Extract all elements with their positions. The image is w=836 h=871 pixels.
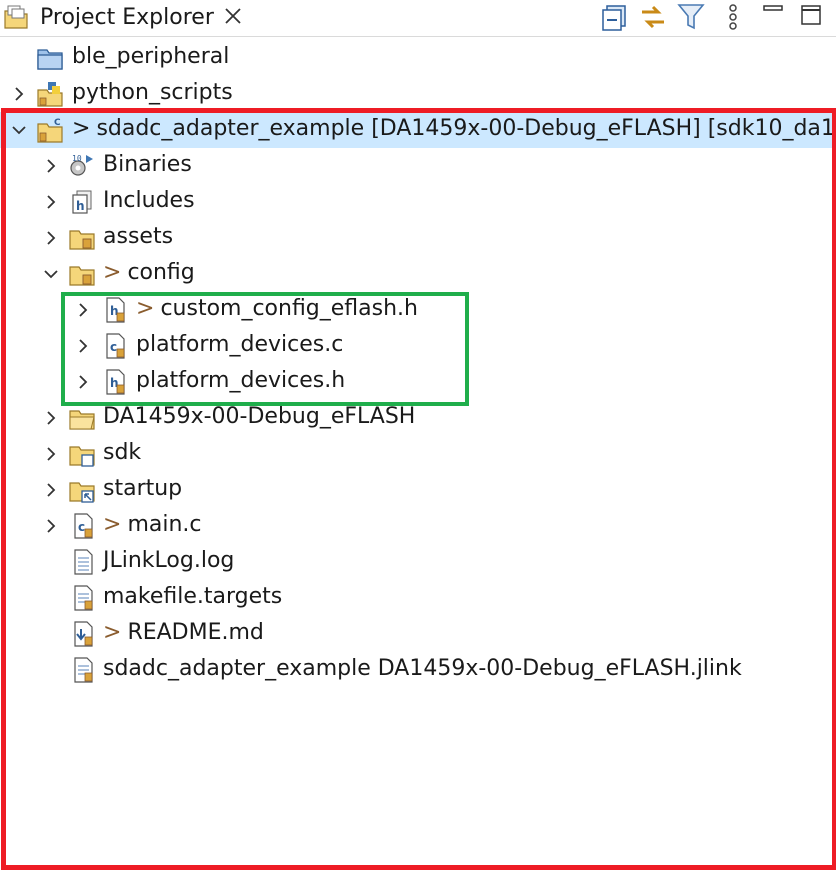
- close-icon[interactable]: [222, 5, 244, 27]
- project-explorer-tab[interactable]: Project Explorer: [0, 0, 255, 36]
- project-icon: [37, 49, 63, 70]
- collapse-all-icon[interactable]: [598, 0, 632, 34]
- minimize-icon[interactable]: [756, 0, 790, 34]
- tree-item-label: ble_peripheral: [72, 44, 230, 69]
- header-separator: [0, 36, 836, 37]
- green-highlight-box: [61, 292, 469, 406]
- chevron-right-icon[interactable]: [10, 85, 28, 103]
- filter-icon[interactable]: [674, 0, 708, 34]
- tree-item-ble-peripheral[interactable]: ble_peripheral: [0, 40, 836, 76]
- python-project-icon: [37, 82, 63, 107]
- view-menu-icon[interactable]: [716, 0, 750, 34]
- tree-item-python-scripts[interactable]: python_scripts: [0, 76, 836, 112]
- maximize-icon[interactable]: [794, 0, 828, 34]
- tree-item-label: python_scripts: [72, 80, 233, 105]
- project-explorer-icon: [4, 5, 28, 29]
- view-header: Project Explorer: [0, 0, 836, 36]
- link-with-editor-icon[interactable]: [636, 0, 670, 34]
- red-highlight-box: [1, 108, 836, 870]
- view-title: Project Explorer: [40, 5, 214, 30]
